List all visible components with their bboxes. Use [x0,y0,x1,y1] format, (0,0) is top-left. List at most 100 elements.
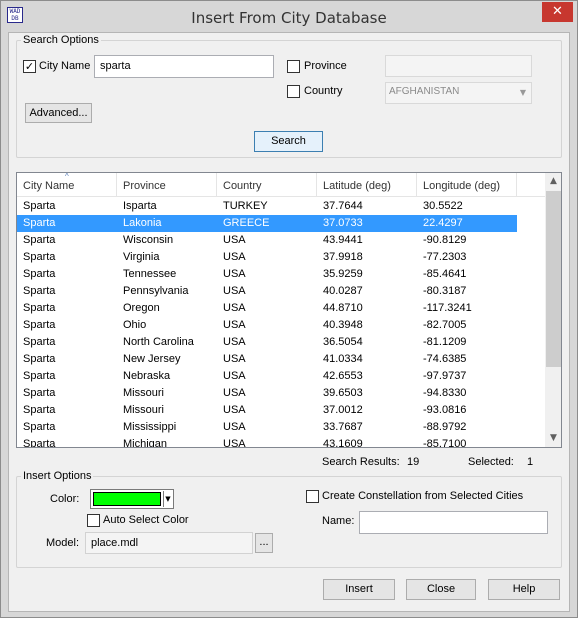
search-results-label: Search Results: [322,456,400,468]
auto-select-color-checkbox[interactable] [87,514,100,527]
table-row[interactable]: Sparta New Jersey USA 41.0334 -74.6385 [17,351,517,368]
cell-latitude: 39.6503 [323,387,363,399]
selected-count: 1 [527,456,534,468]
constellation-name-input[interactable] [359,511,548,534]
cell-latitude: 42.6553 [323,370,363,382]
country-select-value: AFGHANISTAN [389,86,460,97]
table-row[interactable]: Sparta North Carolina USA 36.5054 -81.1209 [17,334,517,351]
browse-model-button[interactable]: ... [255,533,273,553]
help-button[interactable]: Help [488,579,560,600]
column-header-longitude[interactable]: Longitude (deg) [417,173,517,197]
cell-province: Isparta [123,200,157,212]
cell-longitude: -74.6385 [423,353,467,365]
table-row[interactable]: Sparta Lakonia GREECE 37.0733 22.4297 [17,215,517,232]
cell-longitude: -80.3187 [423,285,467,297]
color-swatch [93,492,161,506]
column-header-country[interactable]: Country [217,173,317,197]
cell-city-name: Sparta [23,268,56,280]
insert-button[interactable]: Insert [323,579,395,600]
cell-latitude: 37.7644 [323,200,363,212]
cell-city-name: Sparta [23,370,56,382]
color-picker[interactable]: ▼ [90,489,174,509]
cell-country: USA [223,302,246,314]
cell-city-name: Sparta [23,217,56,229]
model-field[interactable]: place.mdl [85,532,253,554]
cell-country: USA [223,336,246,348]
cell-latitude: 35.9259 [323,268,363,280]
cell-city-name: Sparta [23,251,56,263]
cell-country: USA [223,438,246,448]
results-table[interactable]: ^ City Name Province Country Latitude (d… [16,172,562,448]
cell-longitude: -85.7100 [423,438,467,448]
table-row[interactable]: Sparta Pennsylvania USA 40.0287 -80.3187 [17,283,517,300]
cell-latitude: 37.9918 [323,251,363,263]
table-row[interactable]: Sparta Virginia USA 37.9918 -77.2303 [17,249,517,266]
cell-latitude: 40.0287 [323,285,363,297]
cell-city-name: Sparta [23,404,56,416]
column-header-latitude[interactable]: Latitude (deg) [317,173,417,197]
title-bar[interactable]: WAD DB Insert From City Database ✕ [1,1,577,32]
province-checkbox[interactable] [287,60,300,73]
table-row[interactable]: Sparta Mississippi USA 33.7687 -88.9792 [17,419,517,436]
cell-city-name: Sparta [23,319,56,331]
cell-city-name: Sparta [23,353,56,365]
scrollbar-thumb[interactable] [546,191,561,367]
cell-city-name: Sparta [23,234,56,246]
cell-latitude: 36.5054 [323,336,363,348]
cell-longitude: -82.7005 [423,319,467,331]
chevron-down-icon[interactable]: ▼ [163,491,172,507]
sort-ascending-icon: ^ [65,172,69,181]
cell-province: Virginia [123,251,160,263]
cell-longitude: -77.2303 [423,251,467,263]
cell-longitude: 30.5522 [423,200,463,212]
table-row[interactable]: Sparta Missouri USA 39.6503 -94.8330 [17,385,517,402]
window-title: Insert From City Database [191,9,387,27]
vertical-scrollbar[interactable]: ▲ ▼ [545,173,561,447]
cell-country: USA [223,421,246,433]
country-checkbox[interactable] [287,85,300,98]
city-name-checkbox[interactable]: ✓ [23,60,36,73]
cell-province: Wisconsin [123,234,174,246]
selected-label: Selected: [468,456,514,468]
close-button[interactable]: Close [406,579,476,600]
table-row[interactable]: Sparta Isparta TURKEY 37.7644 30.5522 [17,198,517,215]
auto-select-color-label: Auto Select Color [103,514,189,526]
cell-city-name: Sparta [23,336,56,348]
cell-latitude: 44.8710 [323,302,363,314]
country-select: AFGHANISTAN ▼ [385,82,532,104]
cell-country: USA [223,268,246,280]
city-name-label: City Name [39,60,91,72]
cell-city-name: Sparta [23,387,56,399]
cell-country: TURKEY [223,200,268,212]
create-constellation-checkbox[interactable] [306,490,319,503]
advanced-button[interactable]: Advanced... [25,103,92,123]
cell-longitude: -117.3241 [423,302,472,314]
cell-latitude: 37.0012 [323,404,363,416]
table-row[interactable]: Sparta Michigan USA 43.1609 -85.7100 [17,436,517,448]
table-row[interactable]: Sparta Tennessee USA 35.9259 -85.4641 [17,266,517,283]
column-header-province[interactable]: Province [117,173,217,197]
close-window-button[interactable]: ✕ [542,2,573,22]
cell-longitude: -81.1209 [423,336,467,348]
table-row[interactable]: Sparta Ohio USA 40.3948 -82.7005 [17,317,517,334]
name-label: Name: [322,515,355,527]
cell-city-name: Sparta [23,421,56,433]
table-row[interactable]: Sparta Oregon USA 44.8710 -117.3241 [17,300,517,317]
cell-province: Missouri [123,404,164,416]
cell-city-name: Sparta [23,200,56,212]
city-name-input[interactable]: sparta [94,55,274,78]
column-header-city-name[interactable]: ^ City Name [17,173,117,197]
cell-longitude: -94.8330 [423,387,467,399]
cell-province: Pennsylvania [123,285,189,297]
scroll-down-icon[interactable]: ▼ [545,430,561,447]
search-options-label: Search Options [21,34,101,46]
scroll-up-icon[interactable]: ▲ [545,173,561,190]
cell-city-name: Sparta [23,302,56,314]
cell-city-name: Sparta [23,285,56,297]
cell-province: Ohio [123,319,147,331]
search-button[interactable]: Search [254,131,323,152]
cell-country: USA [223,404,246,416]
table-row[interactable]: Sparta Wisconsin USA 43.9441 -90.8129 [17,232,517,249]
table-row[interactable]: Sparta Missouri USA 37.0012 -93.0816 [17,402,517,419]
table-row[interactable]: Sparta Nebraska USA 42.6553 -97.9737 [17,368,517,385]
